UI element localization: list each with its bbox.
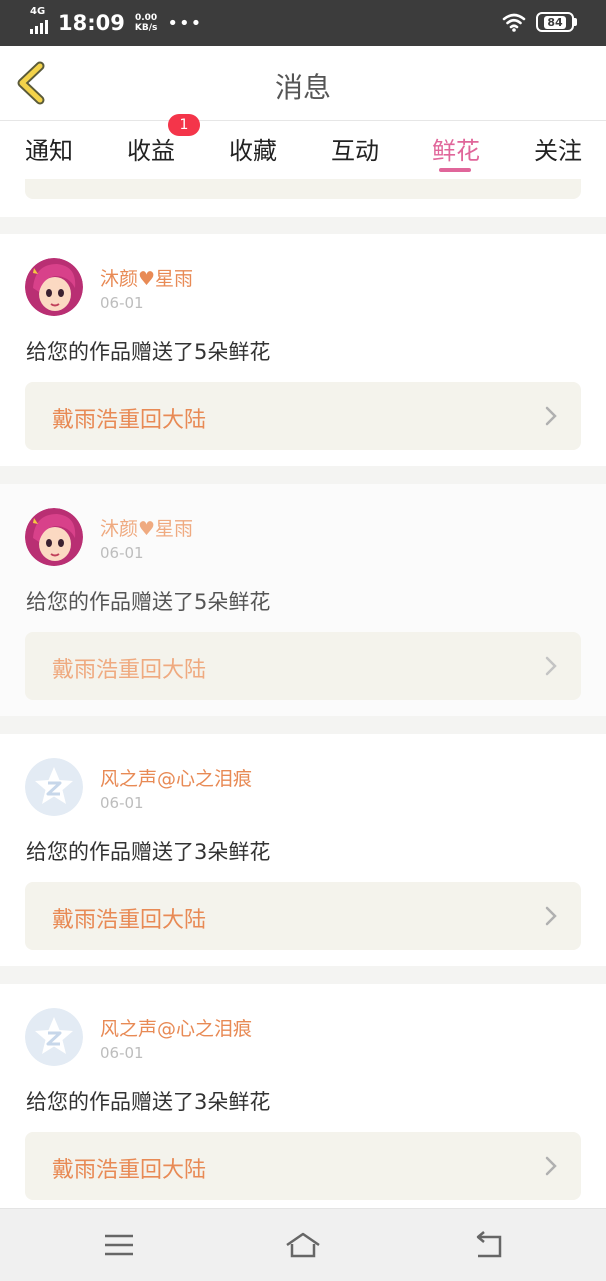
network-type: 4G (30, 6, 46, 17)
message-card: 沐颜♥星雨 06-01 给您的作品赠送了5朵鲜花 戴雨浩重回大陆 (0, 484, 606, 716)
work-title: 戴雨浩重回大陆 (52, 908, 207, 933)
message-date: 06-01 (100, 1044, 144, 1062)
avatar[interactable] (25, 258, 83, 316)
tab-flowers[interactable]: 鲜花 (432, 131, 480, 166)
tab-interactions[interactable]: 互动 (331, 131, 379, 166)
message-text: 给您的作品赠送了3朵鲜花 (26, 1090, 271, 1114)
more-notifications-icon: ••• (167, 12, 203, 34)
sender-name[interactable]: 风之声@心之泪痕 (100, 1014, 252, 1041)
page-title: 消息 (274, 71, 331, 104)
default-z-avatar-icon (25, 1008, 83, 1066)
avatar[interactable] (25, 758, 83, 816)
app-header: 消息 (0, 46, 606, 121)
work-link[interactable]: 戴雨浩重回大陆 (25, 1132, 581, 1200)
back-icon[interactable] (470, 1229, 506, 1261)
message-card: 风之声@心之泪痕 06-01 给您的作品赠送了3朵鲜花 戴雨浩重回大陆 (0, 734, 606, 966)
avatar[interactable] (25, 1008, 83, 1066)
network-speed: 0.00 KB/s (135, 13, 157, 33)
status-left: 4G 18:09 0.00 KB/s ••• (30, 6, 203, 38)
message-card: 沐颜♥星雨 06-01 给您的作品赠送了5朵鲜花 戴雨浩重回大陆 (0, 234, 606, 466)
clock: 18:09 (58, 11, 125, 35)
avatar[interactable] (25, 508, 83, 566)
cartoon-girl-avatar-icon (25, 258, 83, 316)
battery-level: 84 (544, 15, 566, 29)
previous-card-fragment (0, 179, 606, 217)
work-title: 戴雨浩重回大陆 (52, 408, 207, 433)
tab-earnings[interactable]: 收益 (127, 131, 175, 166)
speed-unit: KB/s (134, 23, 158, 33)
work-title: 戴雨浩重回大陆 (52, 658, 207, 683)
chevron-right-icon (545, 906, 557, 926)
sender-name[interactable]: 风之声@心之泪痕 (100, 764, 252, 791)
home-icon[interactable] (285, 1229, 321, 1261)
work-link[interactable]: 戴雨浩重回大陆 (25, 382, 581, 450)
message-text: 给您的作品赠送了5朵鲜花 (26, 590, 271, 614)
chevron-right-icon (545, 656, 557, 676)
battery-icon: 84 (536, 12, 577, 32)
chevron-right-icon (545, 1156, 557, 1176)
work-link[interactable]: 戴雨浩重回大陆 (25, 632, 581, 700)
message-text: 给您的作品赠送了3朵鲜花 (26, 840, 271, 864)
message-text: 给您的作品赠送了5朵鲜花 (26, 340, 271, 364)
cartoon-girl-avatar-icon (25, 508, 83, 566)
status-right: 84 (502, 12, 577, 32)
signal-icon (30, 20, 48, 34)
active-tab-indicator (439, 168, 471, 172)
sender-name[interactable]: 沐颜♥星雨 (100, 514, 193, 541)
previous-work-box[interactable] (25, 179, 581, 199)
menu-icon[interactable] (101, 1229, 137, 1261)
default-z-avatar-icon (25, 758, 83, 816)
chevron-right-icon (545, 406, 557, 426)
work-link[interactable]: 戴雨浩重回大陆 (25, 882, 581, 950)
message-date: 06-01 (100, 294, 144, 312)
sender-name[interactable]: 沐颜♥星雨 (100, 264, 193, 291)
work-title: 戴雨浩重回大陆 (52, 1158, 207, 1183)
tab-favorites[interactable]: 收藏 (229, 131, 277, 166)
message-date: 06-01 (100, 794, 144, 812)
tab-notifications[interactable]: 通知 (25, 131, 73, 166)
speed-value: 0.00 (134, 13, 158, 23)
system-nav-bar (0, 1208, 606, 1281)
tab-bar: 通知 收益 收藏 互动 鲜花 关注 (0, 121, 606, 179)
tab-follows[interactable]: 关注 (534, 131, 582, 166)
earnings-badge: 1 (168, 114, 200, 136)
message-card: 风之声@心之泪痕 06-01 给您的作品赠送了3朵鲜花 戴雨浩重回大陆 (0, 984, 606, 1216)
status-bar: 4G 18:09 0.00 KB/s ••• 84 (0, 0, 606, 46)
wifi-icon (502, 13, 526, 32)
message-date: 06-01 (100, 544, 144, 562)
